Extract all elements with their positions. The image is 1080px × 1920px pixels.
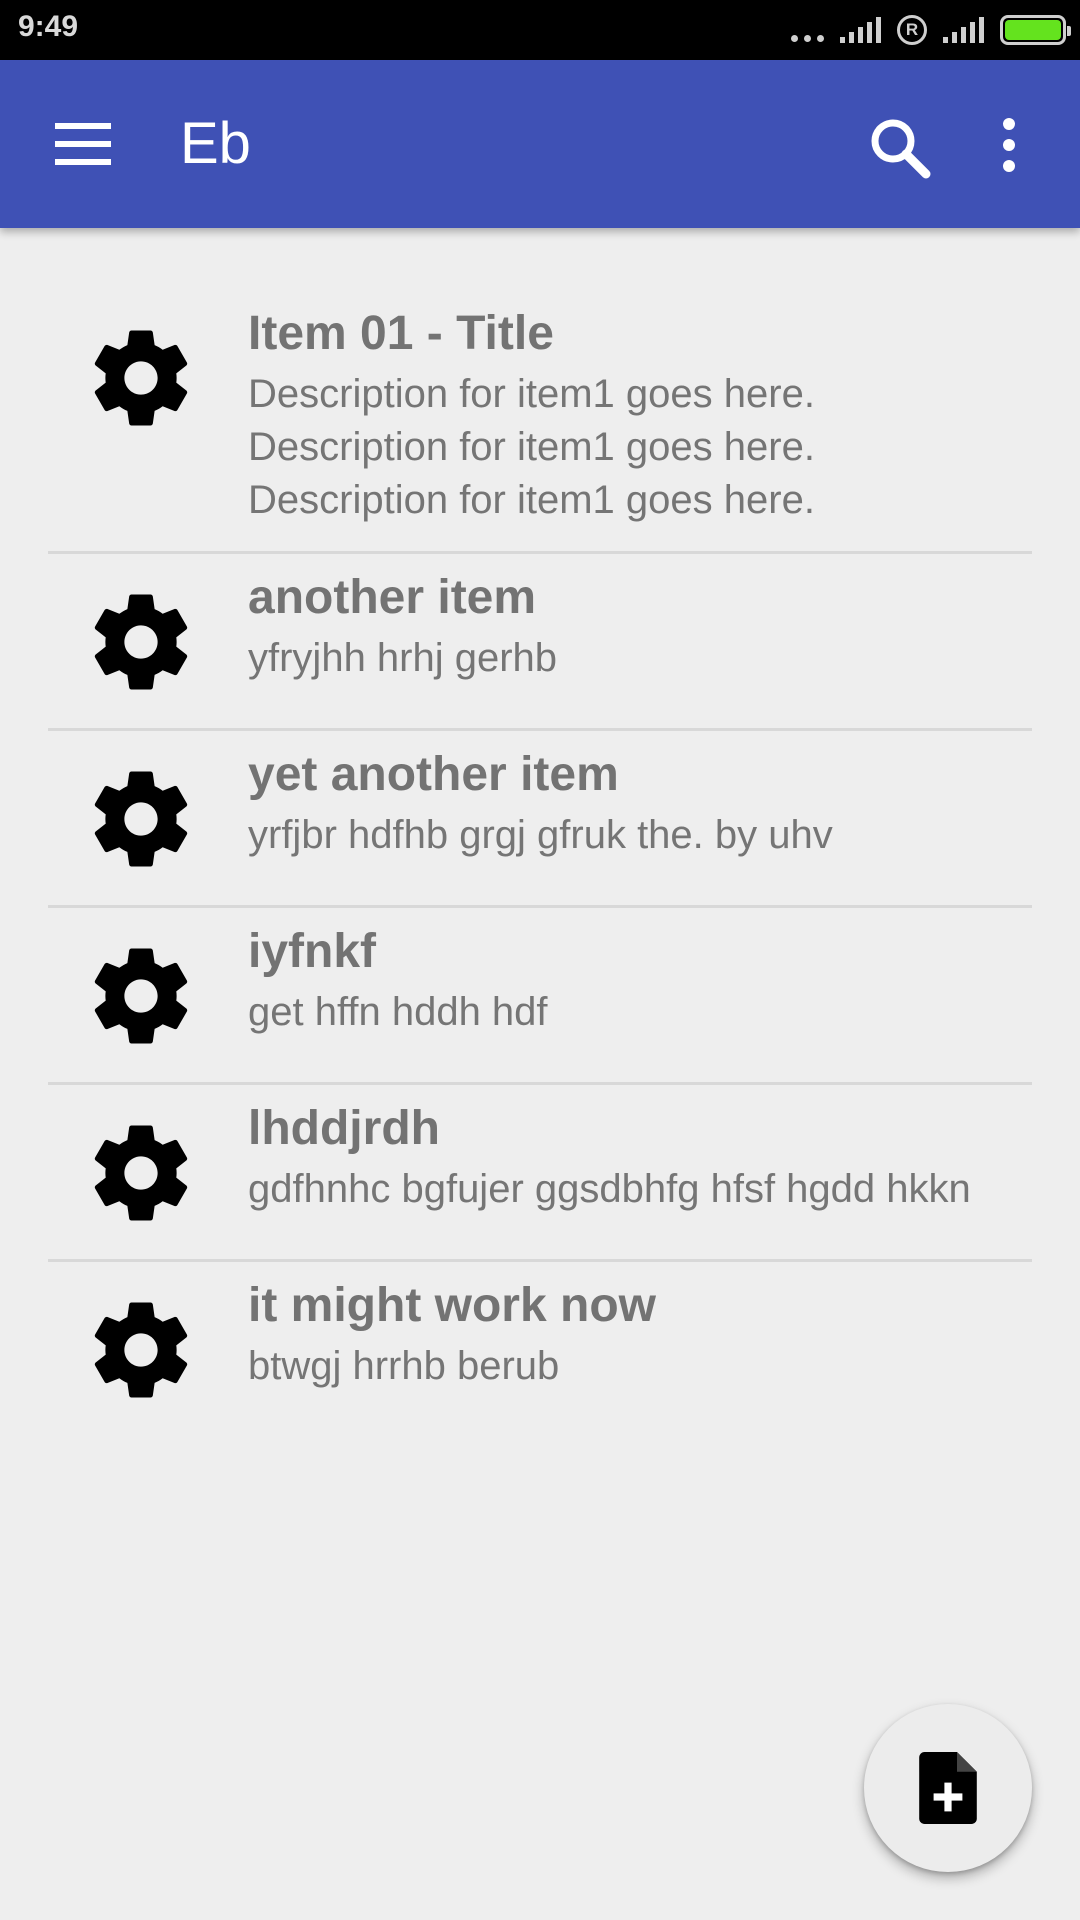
more-dots-icon: [791, 16, 824, 44]
app-title: Eb: [180, 111, 251, 176]
list-item-title: yet another item: [248, 748, 619, 801]
list-item-text: Item 01 - Title Description for item1 goe…: [198, 304, 1032, 527]
status-time: 9:49: [18, 10, 79, 43]
list-item-title: another item: [248, 571, 537, 624]
item-list: Item 01 - Title Description for item1 goe…: [48, 290, 1032, 1436]
battery-icon: [1000, 15, 1071, 45]
list-item-description: btwgj hrrhb berub: [248, 1344, 560, 1388]
list-item-text: another item yfryjhh hrhj gerhb: [198, 568, 1032, 704]
list-item-description: gdfhnhc bgfujer ggsdbhfg hfsf hgdd hkkn: [248, 1167, 971, 1211]
list-item-description: yfryjhh hrhj gerhb: [248, 636, 558, 680]
gear-icon: [48, 304, 198, 527]
list-item-text: it might work now btwgj hrrhb berub: [198, 1276, 1032, 1412]
list-item[interactable]: Item 01 - Title Description for item1 goe…: [48, 290, 1032, 554]
list-item[interactable]: lhddjrdh gdfhnhc bgfujer ggsdbhfg hfsf hg…: [48, 1085, 1032, 1262]
add-note-button[interactable]: [864, 1704, 1032, 1872]
battery-level: [1005, 20, 1061, 40]
signal-icon-2: [943, 17, 984, 43]
list-item-text: iyfnkf get hffn hddh hdf: [198, 922, 1032, 1058]
gear-icon: [48, 1276, 198, 1412]
list-item-title: iyfnkf: [248, 925, 377, 978]
list-item-description: yrfjbr hdfhb grgj gfruk the. by uhv: [248, 813, 833, 857]
list-item-title: lhddjrdh: [248, 1102, 440, 1155]
list-item-title: Item 01 - Title: [248, 307, 554, 360]
list-item[interactable]: it might work now btwgj hrrhb berub: [48, 1262, 1032, 1436]
search-icon[interactable]: [860, 108, 940, 188]
status-icons: R: [791, 12, 1071, 48]
list-item-title: it might work now: [248, 1279, 656, 1332]
note-add-icon: [919, 1752, 977, 1824]
list-item[interactable]: yet another item yrfjbr hdfhb grgj gfruk …: [48, 731, 1032, 908]
signal-icon: [840, 17, 881, 43]
status-bar: 9:49 R: [0, 0, 1080, 60]
gear-icon: [48, 568, 198, 704]
list-item-text: yet another item yrfjbr hdfhb grgj gfruk …: [198, 745, 1032, 881]
gear-icon: [48, 745, 198, 881]
gear-icon: [48, 922, 198, 1058]
roaming-icon: R: [897, 15, 927, 45]
list-item-text: lhddjrdh gdfhnhc bgfujer ggsdbhfg hfsf hg…: [198, 1099, 1032, 1235]
app-bar: Eb: [0, 60, 1080, 228]
list-item-description: Description for item1 goes here. Descrip…: [248, 372, 815, 522]
overflow-menu-icon[interactable]: [985, 110, 1033, 180]
list-item[interactable]: iyfnkf get hffn hddh hdf: [48, 908, 1032, 1085]
gear-icon: [48, 1099, 198, 1235]
menu-icon[interactable]: [40, 110, 128, 178]
list-item-description: get hffn hddh hdf: [248, 990, 548, 1034]
list-item[interactable]: another item yfryjhh hrhj gerhb: [48, 554, 1032, 731]
